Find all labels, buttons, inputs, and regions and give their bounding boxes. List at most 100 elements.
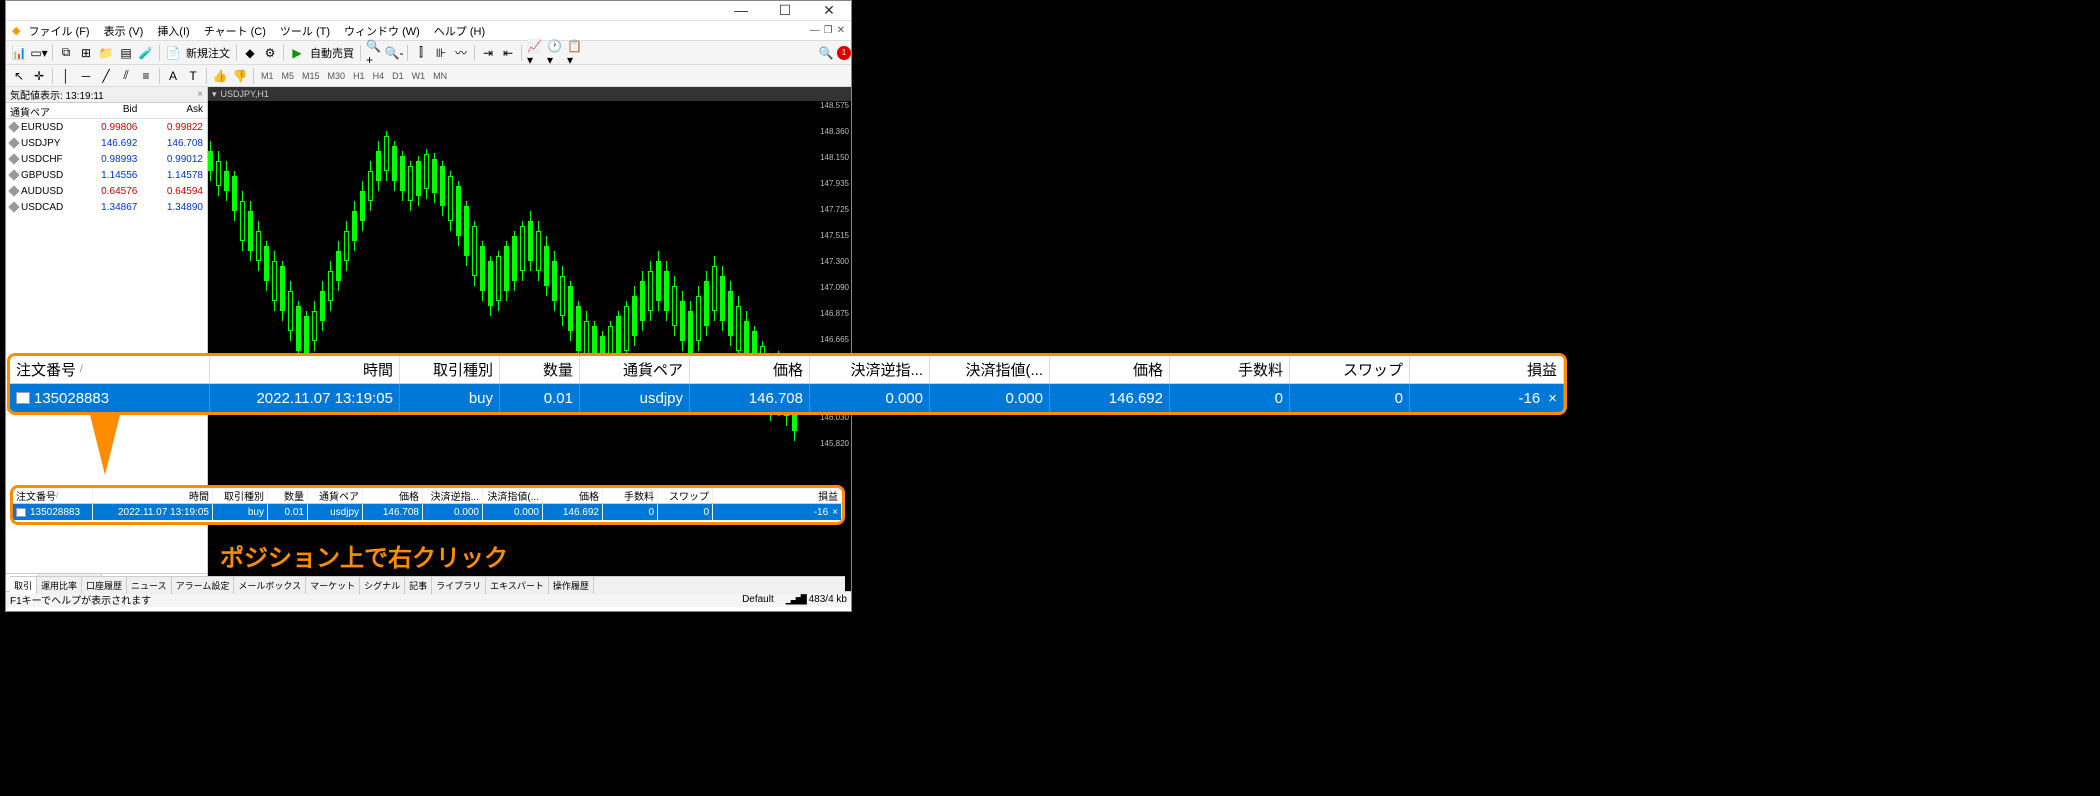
terminal-tab[interactable]: 記事	[405, 577, 432, 594]
hdr-vol-s[interactable]: 数量	[268, 488, 308, 503]
hdr-price2[interactable]: 価格	[1050, 356, 1170, 383]
hline-icon[interactable]: ─	[77, 67, 95, 85]
chart-shift-icon[interactable]: ⇤	[499, 44, 517, 62]
channel-icon[interactable]: ⫽	[117, 67, 135, 85]
tf-d1[interactable]: D1	[389, 70, 407, 82]
new-chart-icon[interactable]: 📊	[10, 44, 28, 62]
hdr-tp-s[interactable]: 決済指値(...	[483, 488, 543, 503]
data-window-icon[interactable]: ⊞	[77, 44, 95, 62]
zoom-in-icon[interactable]: 🔍+	[365, 44, 383, 62]
hdr-order[interactable]: 注文番号	[16, 359, 76, 380]
tf-m15[interactable]: M15	[299, 70, 323, 82]
fibo-icon[interactable]: ≡	[137, 67, 155, 85]
mdi-minimize-icon[interactable]: —	[810, 25, 820, 36]
autotrade-button[interactable]: 自動売買	[308, 45, 356, 61]
templates-icon[interactable]: 📋▾	[566, 44, 584, 62]
line-chart-icon[interactable]: 〰	[452, 44, 470, 62]
hdr-sl[interactable]: 決済逆指...	[810, 356, 930, 383]
candle-chart-icon[interactable]: ⊪	[432, 44, 450, 62]
tf-m30[interactable]: M30	[325, 70, 349, 82]
trendline-icon[interactable]: ╱	[97, 67, 115, 85]
hdr-price-s[interactable]: 価格	[363, 488, 423, 503]
close-button[interactable]: ✕	[811, 2, 847, 19]
text-icon[interactable]: A	[164, 67, 182, 85]
profiles-icon[interactable]: ▭▾	[30, 44, 48, 62]
hdr-order-s[interactable]: 注文番号	[16, 488, 56, 503]
zoom-out-icon[interactable]: 🔍-	[385, 44, 403, 62]
terminal-tab[interactable]: ライブラリ	[432, 577, 486, 594]
market-watch-row[interactable]: GBPUSD1.145561.14578	[6, 167, 207, 183]
hdr-pl[interactable]: 損益	[1410, 356, 1564, 383]
strategy-tester-icon[interactable]: 🧪	[137, 44, 155, 62]
metaeditor-icon[interactable]: ◆	[241, 44, 259, 62]
menu-view[interactable]: 表示 (V)	[98, 21, 150, 41]
col-symbol[interactable]: 通貨ペア	[6, 103, 76, 118]
terminal-tab[interactable]: アラーム設定	[172, 577, 235, 594]
mdi-close-icon[interactable]: ✕	[837, 25, 845, 36]
tf-m1[interactable]: M1	[258, 70, 277, 82]
notification-badge[interactable]: 1	[837, 46, 851, 60]
terminal-icon[interactable]: ▤	[117, 44, 135, 62]
crosshair-icon[interactable]: ✛	[30, 67, 48, 85]
market-watch-icon[interactable]: ⧉	[57, 44, 75, 62]
terminal-tab[interactable]: エキスパート	[486, 577, 549, 594]
thumb-up-icon[interactable]: 👍	[211, 67, 229, 85]
market-watch-row[interactable]: USDJPY146.692146.708	[6, 135, 207, 151]
hdr-tp[interactable]: 決済指値(...	[930, 356, 1050, 383]
hdr-time-s[interactable]: 時間	[93, 488, 213, 503]
terminal-tab[interactable]: 口座履歴	[82, 577, 127, 594]
auto-scroll-icon[interactable]: ⇥	[479, 44, 497, 62]
new-order-button[interactable]: 新規注文	[184, 45, 232, 61]
hdr-time[interactable]: 時間	[210, 356, 400, 383]
hdr-type[interactable]: 取引種別	[400, 356, 500, 383]
minimize-button[interactable]: —	[723, 2, 759, 19]
chart-tab-expand-icon[interactable]: ▾	[212, 89, 217, 100]
new-order-icon[interactable]: 📄	[164, 44, 182, 62]
hdr-price[interactable]: 価格	[690, 356, 810, 383]
mdi-restore-icon[interactable]: ❐	[824, 25, 833, 36]
hdr-pair[interactable]: 通貨ペア	[580, 356, 690, 383]
terminal-tab[interactable]: ニュース	[127, 577, 172, 594]
hdr-type-s[interactable]: 取引種別	[213, 488, 268, 503]
search-icon[interactable]: 🔍	[817, 44, 835, 62]
autotrade-icon[interactable]: ▶	[288, 44, 306, 62]
menu-file[interactable]: ファイル (F)	[22, 21, 95, 41]
terminal-tab[interactable]: マーケット	[306, 577, 360, 594]
terminal-tab[interactable]: 操作履歴	[549, 577, 594, 594]
market-watch-row[interactable]: EURUSD0.998060.99822	[6, 119, 207, 135]
close-position-icon[interactable]: ×	[832, 507, 838, 518]
col-bid[interactable]: Bid	[76, 103, 142, 118]
hdr-fee[interactable]: 手数料	[1170, 356, 1290, 383]
tf-mn[interactable]: MN	[430, 70, 450, 82]
menu-chart[interactable]: チャート (C)	[198, 21, 272, 41]
terminal-tab[interactable]: シグナル	[360, 577, 405, 594]
market-watch-row[interactable]: USDCHF0.989930.99012	[6, 151, 207, 167]
hdr-fee-s[interactable]: 手数料	[603, 488, 658, 503]
col-ask[interactable]: Ask	[141, 103, 207, 118]
bar-chart-icon[interactable]: ⫿	[412, 44, 430, 62]
text-label-icon[interactable]: T	[184, 67, 202, 85]
hdr-pair-s[interactable]: 通貨ペア	[308, 488, 363, 503]
menu-tool[interactable]: ツール (T)	[274, 21, 336, 41]
terminal-tab[interactable]: 取引	[10, 577, 37, 594]
position-row-selected[interactable]: 135028883 2022.11.07 13:19:05 buy 0.01 u…	[10, 384, 1564, 412]
hdr-swap[interactable]: スワップ	[1290, 356, 1410, 383]
tf-m5[interactable]: M5	[279, 70, 298, 82]
menu-insert[interactable]: 挿入(I)	[151, 21, 195, 41]
hdr-sl-s[interactable]: 決済逆指...	[423, 488, 483, 503]
position-row-selected-small[interactable]: 135028883 2022.11.07 13:19:05 buy 0.01 u…	[13, 504, 842, 520]
vline-icon[interactable]: │	[57, 67, 75, 85]
market-watch-row[interactable]: AUDUSD0.645760.64594	[6, 183, 207, 199]
menu-help[interactable]: ヘルプ (H)	[428, 21, 491, 41]
hdr-price2-s[interactable]: 価格	[543, 488, 603, 503]
maximize-button[interactable]: ☐	[767, 2, 803, 19]
cursor-icon[interactable]: ↖	[10, 67, 28, 85]
hdr-vol[interactable]: 数量	[500, 356, 580, 383]
terminal-tab[interactable]: メールボックス	[234, 577, 306, 594]
menu-window[interactable]: ウィンドウ (W)	[338, 21, 426, 41]
hdr-swap-s[interactable]: スワップ	[658, 488, 713, 503]
thumb-down-icon[interactable]: 👎	[231, 67, 249, 85]
close-position-icon[interactable]: ×	[1548, 390, 1557, 407]
market-watch-close-icon[interactable]: ×	[197, 89, 207, 100]
options-icon[interactable]: ⚙	[261, 44, 279, 62]
